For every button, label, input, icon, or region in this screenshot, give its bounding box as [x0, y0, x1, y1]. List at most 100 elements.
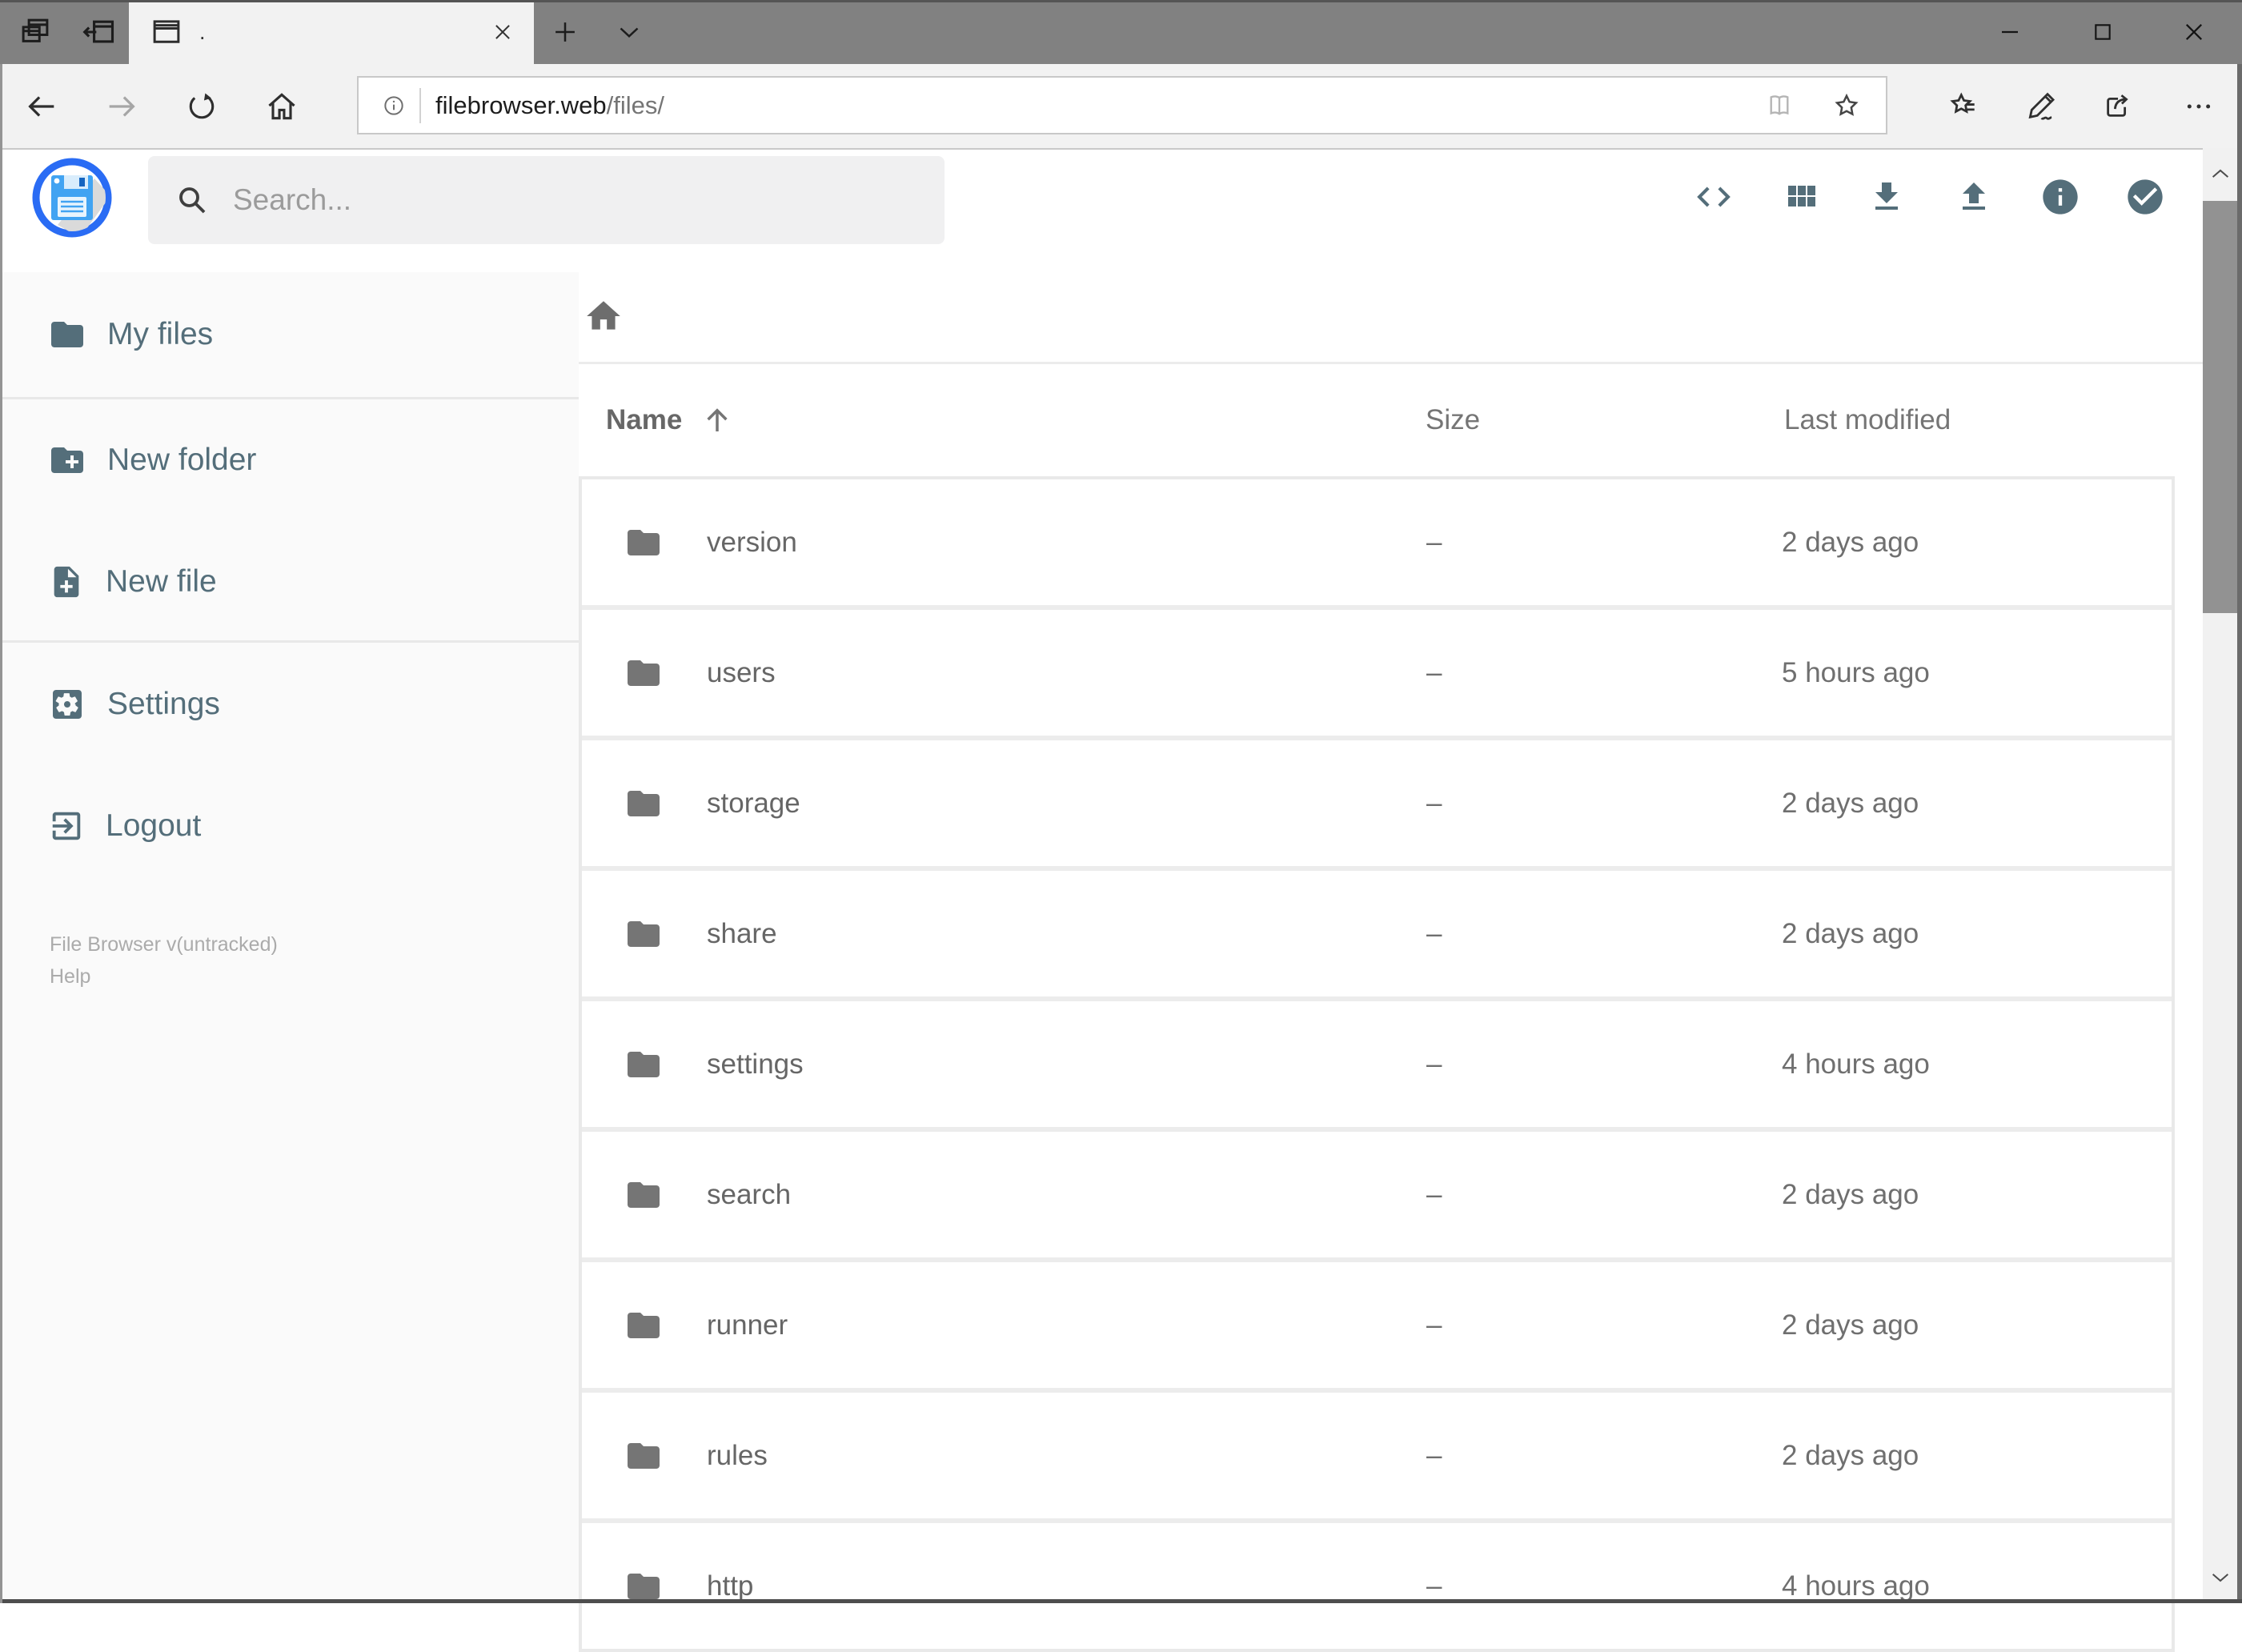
scrollbar-up-button[interactable] [2203, 148, 2237, 201]
download-button[interactable] [1855, 153, 1918, 241]
site-info-icon[interactable] [381, 93, 407, 118]
floppy-disk-logo-icon [32, 158, 112, 238]
file-name: storage [707, 787, 800, 819]
scrollbar-down-button[interactable] [2203, 1550, 2237, 1603]
chevron-down-icon [2208, 1565, 2232, 1589]
page-scrollbar[interactable] [2203, 148, 2237, 1603]
sidebar-item-settings[interactable]: Settings [0, 664, 579, 744]
set-tabs-aside-button[interactable] [70, 0, 128, 64]
home-icon [264, 89, 299, 124]
file-size: – [1426, 1439, 1442, 1471]
file-name: share [707, 917, 777, 949]
info-icon [2039, 176, 2081, 218]
forward-button[interactable] [91, 64, 152, 148]
breadcrumb [579, 272, 2203, 364]
back-button[interactable] [11, 64, 72, 148]
pen-icon [2024, 90, 2058, 123]
folder-icon [624, 523, 663, 562]
address-bar-divider [419, 87, 421, 123]
browser-home-button[interactable] [251, 64, 312, 148]
share-button[interactable] [2088, 64, 2146, 148]
file-size: – [1426, 917, 1442, 949]
sidebar-item-logout[interactable]: Logout [0, 786, 579, 866]
file-row-http[interactable]: http – 4 hours ago [582, 1518, 2172, 1649]
new-tab-button[interactable] [539, 0, 592, 64]
search-icon [175, 183, 209, 217]
file-size: – [1426, 787, 1442, 819]
sort-ascending-icon[interactable] [700, 403, 734, 437]
sidebar-footer: File Browser v(untracked) Help [50, 928, 278, 992]
folder-icon [624, 1045, 663, 1084]
tab-list-button[interactable] [603, 0, 656, 64]
window-border-left [0, 64, 2, 1603]
window-minimize-button[interactable] [1970, 0, 2050, 64]
sidebar-item-my-files[interactable]: My files [0, 295, 579, 375]
code-icon [1694, 177, 1734, 217]
file-row-share[interactable]: share – 2 days ago [582, 866, 2172, 996]
file-row-runner[interactable]: runner – 2 days ago [582, 1257, 2172, 1388]
url-host: filebrowser.web [435, 90, 607, 119]
search-bar[interactable] [148, 156, 945, 244]
refresh-button[interactable] [171, 64, 232, 148]
file-row-version[interactable]: version – 2 days ago [582, 479, 2172, 605]
view-mode-button[interactable] [1770, 153, 1832, 241]
file-row-rules[interactable]: rules – 2 days ago [582, 1388, 2172, 1518]
column-header-size[interactable]: Size [1426, 404, 1480, 436]
file-size: – [1426, 526, 1442, 558]
file-size: – [1426, 1178, 1442, 1210]
favorites-hub-button[interactable] [1934, 64, 1991, 148]
share-icon [2100, 90, 2134, 123]
file-row-search[interactable]: search – 2 days ago [582, 1127, 2172, 1257]
raw-view-button[interactable] [1683, 153, 1745, 241]
column-header-name[interactable]: Name [606, 404, 682, 436]
scrollbar-thumb[interactable] [2203, 201, 2237, 613]
file-row-storage[interactable]: storage – 2 days ago [582, 736, 2172, 866]
folder-icon [624, 1176, 663, 1214]
chevron-up-icon [2208, 162, 2232, 186]
web-note-button[interactable] [2012, 64, 2070, 148]
file-name: rules [707, 1439, 768, 1471]
sidebar-item-new-folder[interactable]: New folder [0, 420, 579, 500]
browser-toolbar: filebrowser.web/files/ [0, 64, 2242, 150]
window-close-button[interactable] [2154, 0, 2234, 64]
file-size: – [1426, 656, 1442, 688]
folder-icon [624, 1437, 663, 1475]
file-name: version [707, 526, 797, 558]
file-modified: 4 hours ago [1782, 1048, 1930, 1080]
chevron-down-icon [615, 18, 644, 46]
select-multiple-button[interactable] [2114, 153, 2176, 241]
upload-button[interactable] [1943, 153, 2005, 241]
file-listing-area: Name Size Last modified version – 2 days… [579, 272, 2203, 1652]
folder-icon [48, 315, 86, 354]
file-size: – [1426, 1048, 1442, 1080]
file-row-users[interactable]: users – 5 hours ago [582, 605, 2172, 736]
version-text: File Browser v(untracked) [50, 933, 278, 956]
window-maximize-button[interactable] [2063, 0, 2143, 64]
file-modified: 5 hours ago [1782, 656, 1930, 688]
download-icon [1867, 178, 1906, 216]
url-text[interactable]: filebrowser.web/files/ [435, 91, 664, 120]
help-link[interactable]: Help [50, 960, 278, 992]
reading-view-icon[interactable] [1764, 90, 1795, 121]
sidebar-item-new-file[interactable]: New file [0, 542, 579, 622]
refresh-icon [184, 89, 219, 124]
breadcrumb-home-icon[interactable] [584, 296, 624, 336]
file-list: version – 2 days ago users – 5 hours ago… [579, 476, 2175, 1652]
folder-icon [624, 654, 663, 692]
address-bar[interactable]: filebrowser.web/files/ [357, 76, 1887, 134]
file-row-settings[interactable]: settings – 4 hours ago [582, 996, 2172, 1127]
browser-tab[interactable]: . [129, 0, 534, 64]
minimize-icon [1997, 19, 2023, 45]
tab-close-icon[interactable] [491, 20, 515, 44]
file-modified: 2 days ago [1782, 1309, 1919, 1341]
search-input[interactable] [231, 182, 859, 218]
filebrowser-logo[interactable] [32, 158, 112, 238]
file-size: – [1426, 1309, 1442, 1341]
favorite-star-icon[interactable] [1831, 90, 1862, 121]
file-modified: 2 days ago [1782, 787, 1919, 819]
window-border-top [0, 0, 2242, 2]
browser-menu-button[interactable] [2170, 64, 2228, 148]
info-button[interactable] [2029, 153, 2092, 241]
tab-preview-button[interactable] [6, 0, 64, 64]
column-header-modified[interactable]: Last modified [1784, 404, 1951, 436]
